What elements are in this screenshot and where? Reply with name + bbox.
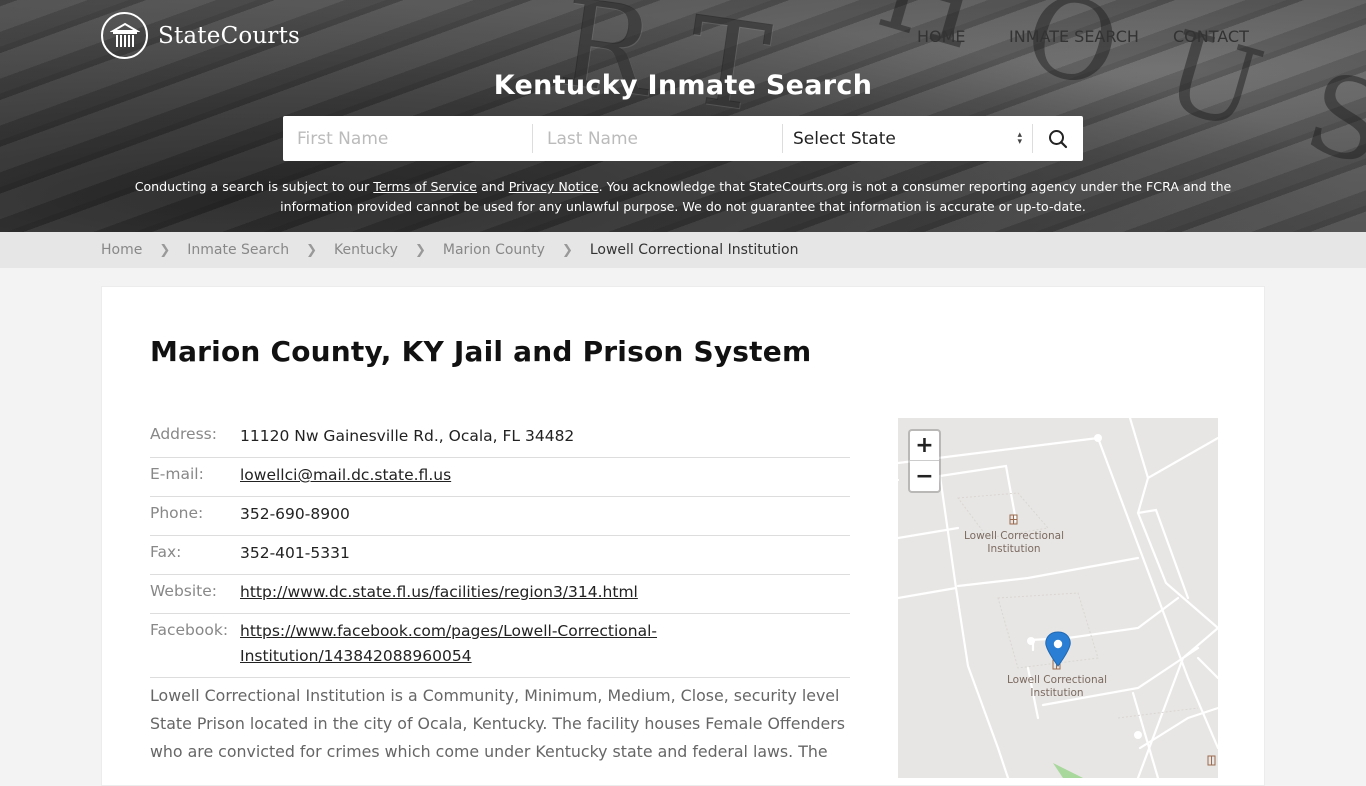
facility-description: Lowell Correctional Institution is a Com… — [150, 686, 845, 761]
map-place-label: Lowell Correctional Institution — [1007, 674, 1107, 699]
nav-home[interactable]: HOME — [917, 27, 966, 46]
park-area — [1053, 763, 1083, 778]
chevron-right-icon: ❯ — [159, 242, 171, 258]
chevron-right-icon: ❯ — [561, 242, 573, 258]
info-row-email: E-mail: lowellci@mail.dc.state.fl.us — [150, 457, 850, 497]
facility-card: Marion County, KY Jail and Prison System… — [101, 286, 1265, 786]
info-row-address: Address: 11120 Nw Gainesville Rd., Ocala… — [150, 418, 850, 458]
hero-title: Kentucky Inmate Search — [493, 70, 873, 101]
breadcrumb-home[interactable]: Home — [101, 242, 142, 258]
facebook-label: Facebook: — [150, 613, 240, 678]
info-row-website: Website: http://www.dc.state.fl.us/facil… — [150, 574, 850, 614]
breadcrumb-bar: Home ❯ Inmate Search ❯ Kentucky ❯ Marion… — [0, 232, 1366, 268]
nav-inmate-search[interactable]: INMATE SEARCH — [1009, 27, 1139, 46]
breadcrumb-inmate-search[interactable]: Inmate Search — [187, 242, 289, 258]
chevron-right-icon: ❯ — [306, 242, 318, 258]
phone-value: 352-690-8900 — [240, 496, 850, 536]
first-name-input[interactable] — [283, 124, 533, 153]
zoom-out-button[interactable]: − — [910, 461, 939, 491]
map-place-label: Lowell Correctional Institution — [964, 530, 1064, 555]
page-title: Marion County, KY Jail and Prison System — [150, 335, 812, 368]
facility-map[interactable]: Lowell Correctional Institution Lowell Co… — [898, 418, 1218, 778]
search-disclaimer: Conducting a search is subject to our Te… — [120, 177, 1246, 217]
email-label: E-mail: — [150, 457, 240, 497]
chevron-right-icon: ❯ — [414, 242, 426, 258]
facebook-link[interactable]: https://www.facebook.com/pages/Lowell-Co… — [240, 622, 657, 665]
search-button[interactable] — [1033, 116, 1083, 161]
hero-banner: RT HOUSE StateCourts HOME INMATE SEARCH … — [0, 0, 1366, 232]
search-icon — [1049, 129, 1068, 148]
state-select-value: Select State — [793, 128, 896, 149]
privacy-notice-link[interactable]: Privacy Notice — [509, 179, 599, 194]
courthouse-icon — [101, 12, 148, 59]
breadcrumb-kentucky[interactable]: Kentucky — [334, 242, 398, 258]
breadcrumb-current: Lowell Correctional Institution — [589, 242, 799, 258]
phone-label: Phone: — [150, 496, 240, 536]
disclaimer-text: Conducting a search is subject to our — [134, 179, 374, 194]
select-arrows-icon: ▴ ▾ — [1017, 129, 1022, 147]
last-name-input[interactable] — [533, 124, 783, 153]
brand-name: StateCourts — [158, 22, 301, 49]
disclaimer-text: and — [477, 179, 509, 194]
email-link[interactable]: lowellci@mail.dc.state.fl.us — [240, 466, 451, 484]
address-value: 11120 Nw Gainesville Rd., Ocala, FL 3448… — [240, 418, 850, 458]
map-roads — [898, 418, 1218, 778]
website-link[interactable]: http://www.dc.state.fl.us/facilities/reg… — [240, 583, 638, 601]
top-navigation: StateCourts HOME INMATE SEARCH CONTACT — [0, 0, 1366, 72]
facebook-link-line2: Institution/143842088960054 — [240, 647, 472, 665]
facebook-link-line1: https://www.facebook.com/pages/Lowell-Co… — [240, 622, 658, 640]
info-row-phone: Phone: 352-690-8900 — [150, 496, 850, 536]
prison-icon — [1207, 755, 1216, 766]
info-row-fax: Fax: 352-401-5331 — [150, 535, 850, 575]
site-logo[interactable]: StateCourts — [101, 12, 300, 59]
zoom-in-button[interactable]: + — [910, 431, 939, 461]
breadcrumb: Home ❯ Inmate Search ❯ Kentucky ❯ Marion… — [101, 232, 1366, 268]
map-zoom-control: + − — [908, 429, 941, 493]
fax-label: Fax: — [150, 535, 240, 575]
info-row-facebook: Facebook: https://www.facebook.com/pages… — [150, 613, 850, 678]
fax-value: 352-401-5331 — [240, 535, 850, 575]
website-label: Website: — [150, 574, 240, 614]
nav-contact[interactable]: CONTACT — [1173, 27, 1249, 46]
facility-info-table: Address: 11120 Nw Gainesville Rd., Ocala… — [150, 418, 850, 678]
terms-of-service-link[interactable]: Terms of Service — [373, 179, 477, 194]
map-marker-icon[interactable] — [1045, 631, 1071, 667]
address-label: Address: — [150, 418, 240, 458]
breadcrumb-marion-county[interactable]: Marion County — [443, 242, 545, 258]
inmate-search-form: Select State ▴▾ — [283, 116, 1083, 161]
state-select[interactable]: Select State ▴ ▾ — [783, 124, 1033, 153]
